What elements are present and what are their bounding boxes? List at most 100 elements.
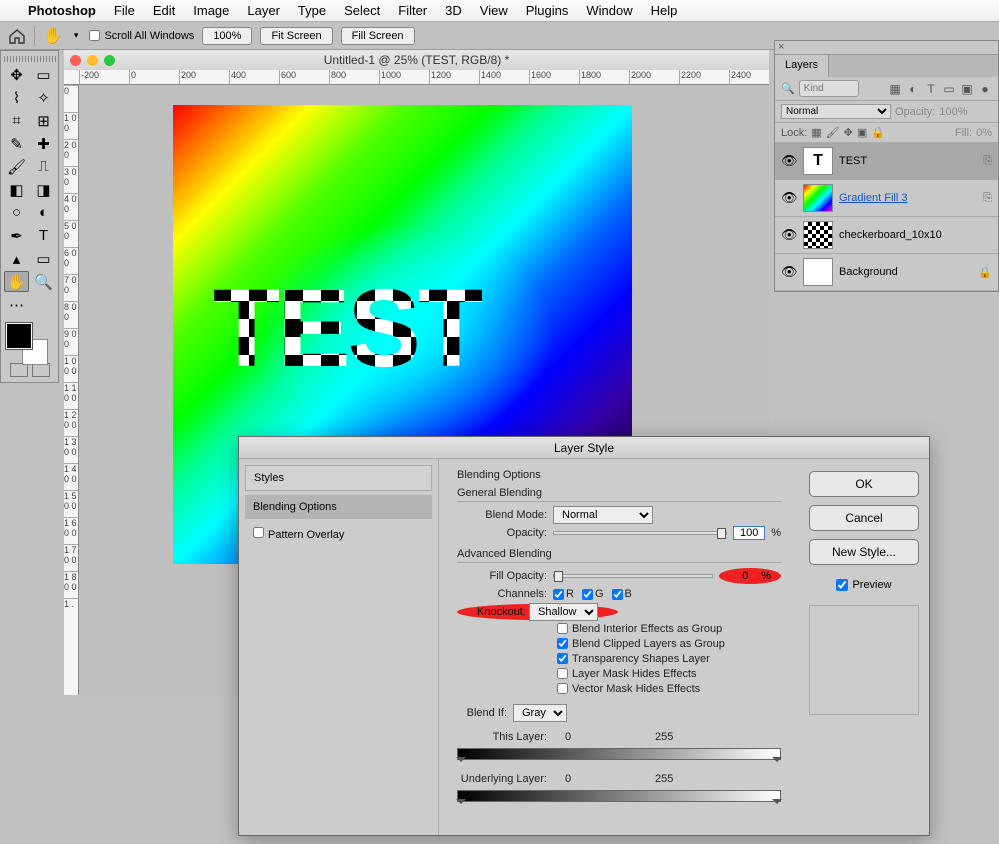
filter-toggle-icon[interactable]: ● bbox=[978, 82, 992, 96]
fill-opacity-slider[interactable] bbox=[553, 574, 713, 578]
pattern-overlay-item[interactable]: Pattern Overlay bbox=[245, 521, 432, 547]
styles-item[interactable]: Styles bbox=[245, 465, 432, 491]
cancel-button[interactable]: Cancel bbox=[809, 505, 919, 531]
layer-name[interactable]: TEST bbox=[839, 155, 867, 167]
panel-grip[interactable] bbox=[4, 56, 56, 62]
layer-item-test[interactable]: 👁 T TEST ⎘ bbox=[775, 143, 998, 180]
ok-button[interactable]: OK bbox=[809, 471, 919, 497]
menu-help[interactable]: Help bbox=[651, 3, 678, 18]
pen-tool-icon[interactable]: ✒ bbox=[4, 225, 29, 246]
color-swatches[interactable] bbox=[4, 321, 56, 361]
move-tool-icon[interactable]: ✥ bbox=[4, 64, 29, 85]
stamp-tool-icon[interactable]: ⎍ bbox=[31, 156, 56, 177]
layer-name[interactable]: Gradient Fill 3 bbox=[839, 192, 907, 204]
panel-close-icon[interactable]: × bbox=[778, 41, 784, 53]
hand-tool-icon[interactable]: ✋ bbox=[43, 26, 63, 46]
menu-window[interactable]: Window bbox=[586, 3, 632, 18]
channel-b-checkbox[interactable] bbox=[612, 589, 623, 600]
healing-tool-icon[interactable]: ✚ bbox=[31, 133, 56, 154]
menu-filter[interactable]: Filter bbox=[398, 3, 427, 18]
window-close-icon[interactable] bbox=[70, 55, 81, 66]
window-minimize-icon[interactable] bbox=[87, 55, 98, 66]
menu-select[interactable]: Select bbox=[344, 3, 380, 18]
layer-name[interactable]: checkerboard_10x10 bbox=[839, 229, 942, 241]
layer-kind-filter[interactable] bbox=[799, 80, 859, 97]
layer-thumb[interactable] bbox=[803, 258, 833, 286]
new-style-button[interactable]: New Style... bbox=[809, 539, 919, 565]
blur-tool-icon[interactable]: ○ bbox=[4, 202, 29, 223]
channel-g-checkbox[interactable] bbox=[582, 589, 593, 600]
horizontal-ruler[interactable]: -200020040060080010001200140016001800200… bbox=[64, 70, 769, 85]
filter-smart-icon[interactable]: ▣ bbox=[960, 82, 974, 96]
shape-tool-icon[interactable]: ▭ bbox=[31, 248, 56, 269]
eyedropper-tool-icon[interactable]: ✎ bbox=[4, 133, 29, 154]
eraser-tool-icon[interactable]: ◨ bbox=[31, 179, 56, 200]
filter-shape-icon[interactable]: ▭ bbox=[942, 82, 956, 96]
lasso-tool-icon[interactable]: ⌇ bbox=[4, 87, 29, 108]
window-maximize-icon[interactable] bbox=[104, 55, 115, 66]
vertical-ruler[interactable]: 01 0 02 0 03 0 04 0 05 0 06 0 07 0 08 0 … bbox=[64, 85, 79, 695]
lock-position-icon[interactable]: ✥ bbox=[844, 126, 853, 139]
transparency-shapes-checkbox[interactable] bbox=[557, 653, 568, 664]
quick-mask-icons[interactable] bbox=[4, 363, 56, 377]
filter-type-icon[interactable]: T bbox=[924, 82, 938, 96]
preview-checkbox[interactable] bbox=[836, 579, 848, 591]
foreground-color-swatch[interactable] bbox=[6, 323, 32, 349]
layer-link-icon[interactable]: ⎘ bbox=[983, 192, 992, 205]
app-name[interactable]: Photoshop bbox=[28, 3, 96, 18]
filter-pixel-icon[interactable]: ▦ bbox=[888, 82, 902, 96]
dodge-tool-icon[interactable]: ◐ bbox=[31, 202, 56, 223]
menu-image[interactable]: Image bbox=[193, 3, 229, 18]
zoom-tool-icon[interactable]: 🔍 bbox=[31, 271, 56, 292]
home-icon[interactable] bbox=[8, 28, 26, 44]
menu-edit[interactable]: Edit bbox=[153, 3, 175, 18]
fit-screen-button[interactable]: Fit Screen bbox=[260, 27, 332, 45]
type-tool-icon[interactable]: T bbox=[31, 225, 56, 246]
lock-paint-icon[interactable]: 🖌 bbox=[826, 126, 840, 139]
blending-options-item[interactable]: Blending Options bbox=[245, 495, 432, 519]
layer-thumb-type-icon[interactable]: T bbox=[803, 147, 833, 175]
menu-view[interactable]: View bbox=[480, 3, 508, 18]
layer-thumb[interactable] bbox=[803, 221, 833, 249]
search-icon[interactable]: 🔍 bbox=[781, 82, 795, 95]
pattern-overlay-checkbox[interactable] bbox=[253, 527, 264, 538]
path-select-tool-icon[interactable]: ▴ bbox=[4, 248, 29, 269]
visibility-icon[interactable]: 👁 bbox=[781, 227, 797, 243]
filter-adjust-icon[interactable]: ◐ bbox=[906, 82, 920, 96]
scroll-all-windows-checkbox[interactable] bbox=[89, 30, 100, 41]
fill-opacity-value[interactable]: 0 bbox=[729, 570, 761, 582]
crop-tool-icon[interactable]: ⌗ bbox=[4, 110, 29, 131]
knockout-select[interactable]: Shallow bbox=[529, 603, 598, 621]
menu-file[interactable]: File bbox=[114, 3, 135, 18]
opacity-slider[interactable] bbox=[553, 531, 727, 535]
frame-tool-icon[interactable]: ⊞ bbox=[31, 110, 56, 131]
menu-plugins[interactable]: Plugins bbox=[526, 3, 569, 18]
this-layer-slider[interactable] bbox=[457, 748, 781, 760]
layers-tab[interactable]: Layers bbox=[775, 55, 829, 77]
visibility-icon[interactable]: 👁 bbox=[781, 190, 797, 206]
opacity-value[interactable]: 100% bbox=[939, 106, 967, 118]
vector-mask-hides-checkbox[interactable] bbox=[557, 683, 568, 694]
fill-value[interactable]: 0% bbox=[976, 127, 992, 139]
blend-mode-select[interactable]: Normal bbox=[781, 104, 891, 119]
layer-mask-hides-checkbox[interactable] bbox=[557, 668, 568, 679]
channel-r-checkbox[interactable] bbox=[553, 589, 564, 600]
layer-item-gradient[interactable]: 👁 Gradient Fill 3 ⎘ bbox=[775, 180, 998, 217]
blend-if-select[interactable]: Gray bbox=[513, 704, 567, 722]
layer-link-icon[interactable]: ⎘ bbox=[983, 155, 992, 168]
visibility-icon[interactable]: 👁 bbox=[781, 153, 797, 169]
layer-thumb[interactable] bbox=[803, 184, 833, 212]
layer-name[interactable]: Background bbox=[839, 266, 898, 278]
menu-layer[interactable]: Layer bbox=[247, 3, 280, 18]
layer-item-checkerboard[interactable]: 👁 checkerboard_10x10 bbox=[775, 217, 998, 254]
lock-all-icon[interactable]: 🔒 bbox=[871, 126, 885, 139]
menu-3d[interactable]: 3D bbox=[445, 3, 462, 18]
opacity-input[interactable] bbox=[733, 526, 765, 540]
lock-artboard-icon[interactable]: ▣ bbox=[857, 126, 867, 139]
zoom-100-button[interactable]: 100% bbox=[202, 27, 252, 45]
layer-item-background[interactable]: 👁 Background 🔒 bbox=[775, 254, 998, 291]
marquee-tool-icon[interactable]: ▭ bbox=[31, 64, 56, 85]
tool-preset-dropdown[interactable]: ▾ bbox=[71, 30, 82, 41]
blend-clipped-checkbox[interactable] bbox=[557, 638, 568, 649]
blend-interior-checkbox[interactable] bbox=[557, 623, 568, 634]
